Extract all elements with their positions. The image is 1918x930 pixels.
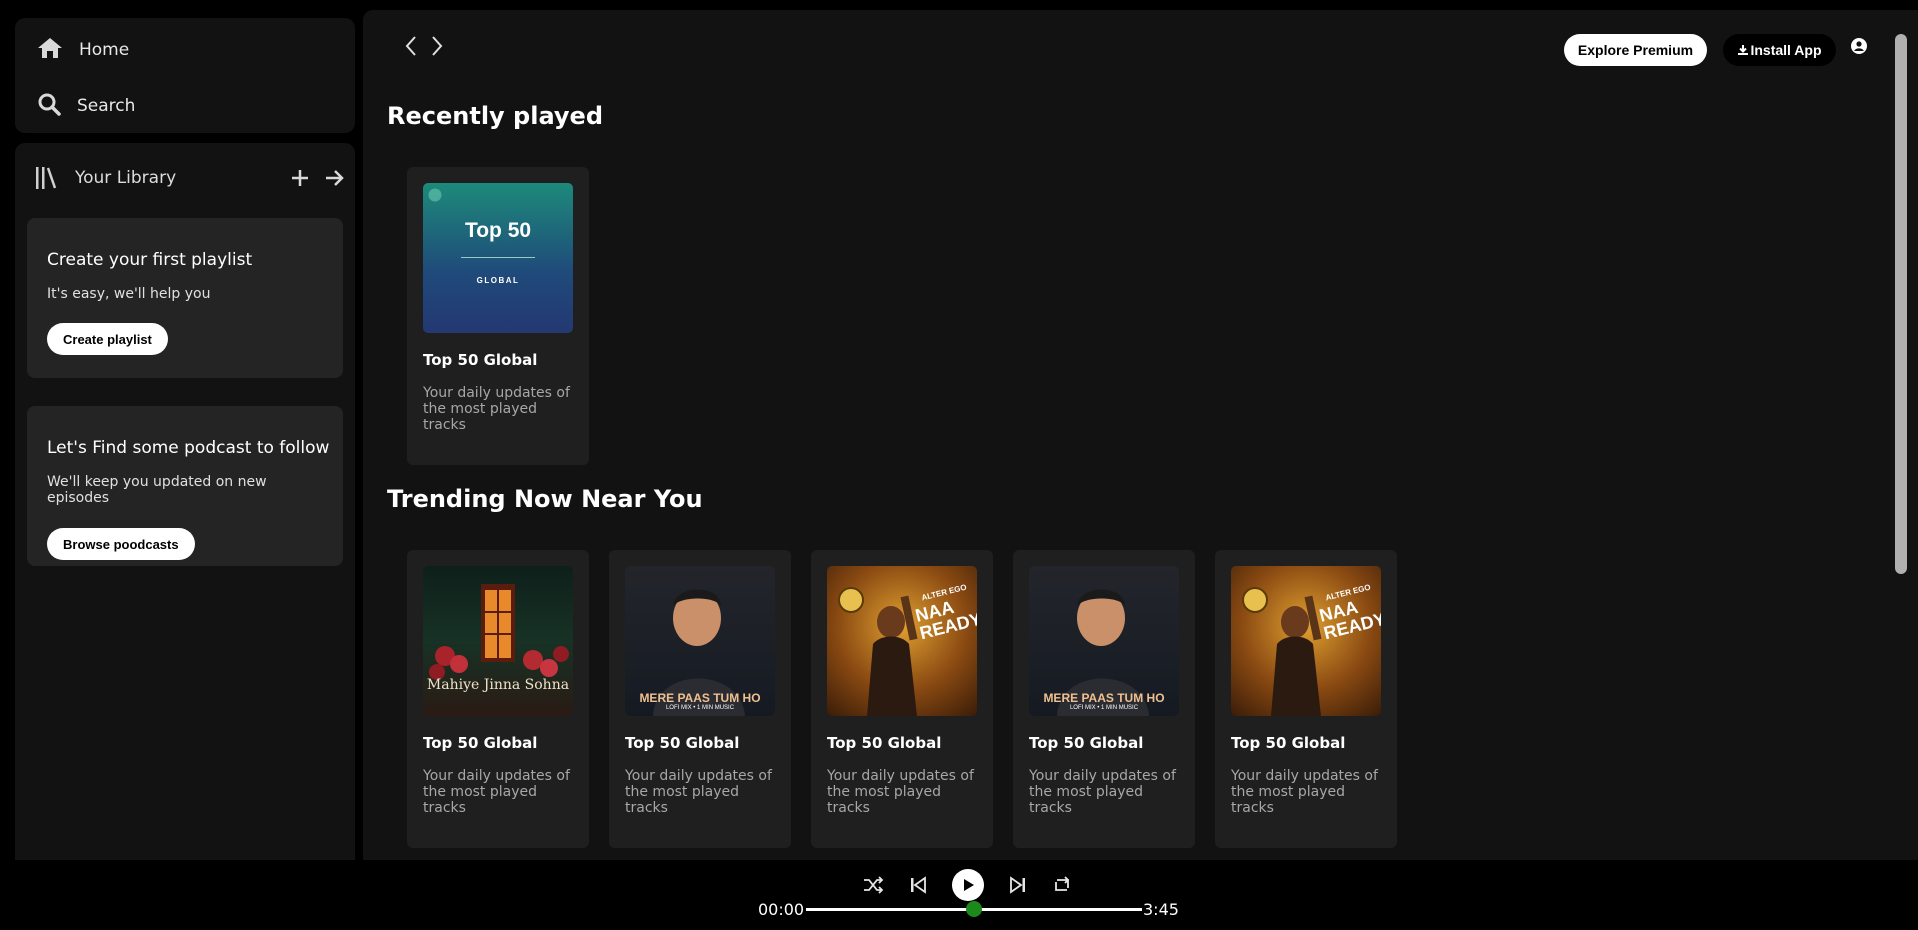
- nav-search[interactable]: Search: [37, 92, 135, 120]
- tile-description: Your daily updates of the most played tr…: [625, 768, 772, 816]
- tile-description: Your daily updates of the most played tr…: [1029, 768, 1176, 816]
- cover-text: Mahiye Jinna Sohna: [426, 677, 570, 693]
- shuffle-icon[interactable]: [862, 875, 884, 895]
- library-header: Your Library: [35, 161, 345, 195]
- album-cover: Top 50 GLOBAL: [423, 183, 573, 333]
- library-panel: Your Library Create your first playlist …: [15, 143, 355, 860]
- cover-text: MERE PAAS TUM HO: [1043, 691, 1165, 705]
- sidebar: Home Search Your Library Create your fir…: [0, 0, 362, 860]
- album-cover: MERE PAAS TUM HO LOFI MIX • 1 MIN MUSIC: [625, 566, 775, 716]
- main-content: Explore Premium Install App Recently pla…: [363, 10, 1890, 860]
- install-app-label: Install App: [1750, 42, 1822, 58]
- podcast-card-title: Let's Find some podcast to follow: [47, 438, 330, 458]
- explore-premium-button[interactable]: Explore Premium: [1564, 34, 1707, 66]
- tile-title: Top 50 Global: [1231, 734, 1346, 752]
- tile-title: Top 50 Global: [827, 734, 942, 752]
- arrow-right-icon[interactable]: [323, 167, 345, 189]
- tile-title: Top 50 Global: [625, 734, 740, 752]
- previous-icon[interactable]: [909, 875, 927, 895]
- plus-icon[interactable]: [289, 167, 311, 189]
- search-icon: [37, 92, 61, 120]
- nav-panel: Home Search: [15, 18, 355, 133]
- tile-title: Top 50 Global: [423, 351, 538, 369]
- album-cover: ALTER EGO NAA READY: [827, 566, 977, 716]
- next-icon[interactable]: [1009, 875, 1027, 895]
- tile-description: Your daily updates of the most played tr…: [827, 768, 974, 816]
- cover-art: [429, 584, 569, 680]
- history-nav: [403, 34, 445, 58]
- play-button[interactable]: [952, 869, 984, 901]
- album-cover: ALTER EGO NAA READY: [1231, 566, 1381, 716]
- playlist-card-text: It's easy, we'll help you: [47, 286, 211, 302]
- nav-search-label: Search: [77, 96, 136, 116]
- trending-heading: Trending Now Near You: [387, 485, 703, 513]
- user-icon[interactable]: [1851, 38, 1867, 54]
- chevron-right-icon[interactable]: [429, 34, 445, 58]
- spotify-logo-icon: [428, 188, 442, 202]
- nav-home[interactable]: Home: [37, 36, 129, 64]
- trending-tile[interactable]: Mahiye Jinna Sohna Top 50 Global Your da…: [407, 550, 589, 848]
- tile-title: Top 50 Global: [1029, 734, 1144, 752]
- library-icon[interactable]: [35, 166, 57, 190]
- home-icon: [37, 36, 63, 64]
- browse-podcasts-button[interactable]: Browse poodcasts: [47, 528, 195, 560]
- tile-description: Your daily updates of the most played tr…: [423, 768, 570, 816]
- chevron-left-icon[interactable]: [403, 34, 419, 58]
- cover-subtitle: LOFI MIX • 1 MIN MUSIC: [1069, 705, 1139, 711]
- cover-divider: [461, 257, 535, 258]
- current-time: 00:00: [758, 900, 805, 919]
- create-playlist-card: Create your first playlist It's easy, we…: [27, 218, 343, 378]
- player-bar: 00:00 3:45: [0, 860, 1918, 930]
- trending-tile[interactable]: MERE PAAS TUM HO LOFI MIX • 1 MIN MUSIC …: [1013, 550, 1195, 848]
- scrollbar[interactable]: [1890, 10, 1918, 860]
- player-controls: [862, 868, 1072, 902]
- download-icon: [1738, 45, 1749, 55]
- total-time: 3:45: [1143, 900, 1179, 919]
- trending-tile[interactable]: ALTER EGO NAA READY Top 50 Global Your d…: [1215, 550, 1397, 848]
- cover-subtitle: LOFI MIX • 1 MIN MUSIC: [665, 705, 735, 711]
- nav-home-label: Home: [79, 40, 130, 60]
- album-cover: MERE PAAS TUM HO LOFI MIX • 1 MIN MUSIC: [1029, 566, 1179, 716]
- repeat-icon[interactable]: [1052, 875, 1072, 895]
- play-icon: [964, 879, 974, 891]
- progress-thumb[interactable]: [966, 901, 982, 917]
- tile-description: Your daily updates of the most played tr…: [423, 385, 570, 433]
- trending-tile[interactable]: ALTER EGO NAA READY Top 50 Global Your d…: [811, 550, 993, 848]
- cover-subtitle: GLOBAL: [476, 276, 520, 285]
- podcast-card-text: We'll keep you updated on new episodes: [47, 474, 267, 506]
- scrollbar-thumb[interactable]: [1895, 34, 1907, 574]
- create-playlist-button[interactable]: Create playlist: [47, 323, 168, 355]
- recent-tile[interactable]: Top 50 GLOBAL Top 50 Global Your daily u…: [407, 167, 589, 465]
- progress-bar[interactable]: [806, 901, 1142, 917]
- tile-title: Top 50 Global: [423, 734, 538, 752]
- library-title: Your Library: [75, 168, 177, 188]
- library-actions: [289, 167, 345, 189]
- tile-description: Your daily updates of the most played tr…: [1231, 768, 1378, 816]
- album-cover: Mahiye Jinna Sohna: [423, 566, 573, 716]
- trending-tile[interactable]: MERE PAAS TUM HO LOFI MIX • 1 MIN MUSIC …: [609, 550, 791, 848]
- cover-text: MERE PAAS TUM HO: [639, 691, 761, 705]
- install-app-button[interactable]: Install App: [1723, 34, 1836, 66]
- podcast-card: Let's Find some podcast to follow We'll …: [27, 406, 343, 566]
- playlist-card-title: Create your first playlist: [47, 250, 253, 270]
- recently-played-heading: Recently played: [387, 102, 604, 130]
- cover-title: Top 50: [464, 219, 532, 242]
